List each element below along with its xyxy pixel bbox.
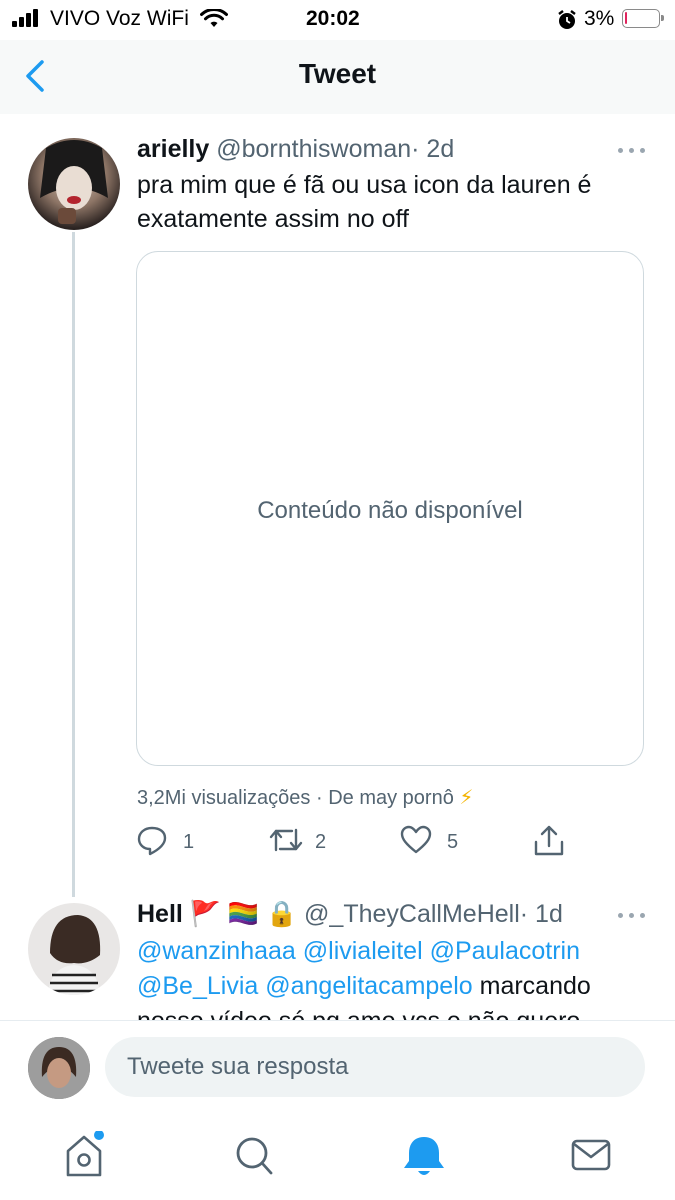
reply-author-name[interactable]: Hell bbox=[137, 900, 183, 928]
reply-icon bbox=[137, 826, 167, 856]
lightning-emoji: ⚡ bbox=[459, 787, 474, 809]
reply-author-handle[interactable]: @_TheyCallMeHell bbox=[304, 900, 520, 928]
wifi-icon bbox=[200, 9, 228, 27]
author-handle[interactable]: @bornthiswoman bbox=[216, 135, 411, 163]
status-bar: VIVO Voz WiFi 20:02 3% bbox=[0, 0, 675, 40]
notifications-icon bbox=[404, 1137, 444, 1175]
clock-time: 20:02 bbox=[306, 7, 360, 30]
like-icon bbox=[400, 825, 432, 854]
author-name[interactable]: arielly bbox=[137, 135, 209, 163]
reply-text-fragment: marcando bbox=[472, 972, 591, 1000]
messages-icon bbox=[571, 1139, 611, 1171]
tweet-more-button[interactable] bbox=[614, 140, 650, 160]
mentions-line[interactable]: @Be_Livia @angelitacampelo bbox=[137, 972, 473, 1000]
reply-age: · 1d bbox=[519, 900, 563, 928]
mentions-line[interactable]: @wanzinhaaa @livialeitel @Paulacotrin bbox=[137, 934, 647, 969]
reply-composer-bar: Tweete sua resposta bbox=[0, 1020, 675, 1116]
reply-button[interactable]: 1 bbox=[136, 822, 216, 862]
avatar-photo bbox=[48, 915, 101, 995]
tweet-text: pra mim que é fã ou usa icon da lauren é… bbox=[137, 171, 592, 233]
signal-strength-icon bbox=[12, 9, 42, 27]
view-count: 3,2Mi visualizações bbox=[137, 787, 311, 809]
tweet-source[interactable]: · De may pornô bbox=[316, 787, 454, 809]
avatar-photo bbox=[28, 1037, 90, 1099]
battery-icon bbox=[622, 9, 664, 28]
retweet-icon bbox=[269, 828, 303, 852]
reply-count: 1 bbox=[183, 831, 195, 853]
retweet-button[interactable]: 2 bbox=[268, 822, 348, 862]
carrier-label: VIVO Voz WiFi bbox=[50, 7, 189, 30]
thread-connector-line bbox=[72, 232, 75, 897]
tab-notifications[interactable] bbox=[394, 1131, 454, 1181]
alarm-clock-icon bbox=[558, 10, 576, 29]
page-title: Tweet bbox=[298, 58, 377, 89]
like-count: 5 bbox=[447, 831, 459, 853]
share-icon bbox=[534, 825, 564, 856]
my-avatar[interactable] bbox=[28, 1037, 90, 1099]
media-unavailable-label: Conteúdo não disponível bbox=[257, 497, 523, 524]
reply-more-button[interactable] bbox=[614, 905, 650, 925]
battery-percent: 3% bbox=[584, 7, 615, 30]
home-icon bbox=[66, 1130, 104, 1177]
tab-search[interactable] bbox=[225, 1131, 285, 1181]
retweet-count: 2 bbox=[315, 831, 327, 853]
share-button[interactable] bbox=[532, 822, 572, 862]
top-nav-bar: Tweet bbox=[0, 40, 675, 114]
tab-home[interactable] bbox=[56, 1130, 116, 1181]
bottom-tab-bar bbox=[0, 1115, 675, 1200]
author-avatar[interactable] bbox=[28, 138, 120, 230]
reply-header: Hell 🚩 🏳️‍🌈 🔒 @_TheyCallMeHell· 1d bbox=[137, 900, 563, 929]
name-emojis: 🚩 🏳️‍🌈 🔒 bbox=[189, 900, 298, 928]
tweet-header: arielly @bornthiswoman· 2d bbox=[137, 135, 454, 164]
reply-author-avatar[interactable] bbox=[28, 903, 120, 995]
tab-messages[interactable] bbox=[561, 1131, 621, 1181]
like-button[interactable]: 5 bbox=[400, 822, 480, 862]
tweet-age: · 2d bbox=[411, 135, 455, 163]
search-icon bbox=[236, 1137, 273, 1175]
tweet-meta: 3,2Mi visualizações · De may pornô ⚡ bbox=[137, 785, 473, 810]
media-card[interactable]: Conteúdo não disponível bbox=[136, 251, 644, 766]
avatar-photo bbox=[40, 140, 108, 224]
reply-input[interactable]: Tweete sua resposta bbox=[105, 1037, 645, 1097]
